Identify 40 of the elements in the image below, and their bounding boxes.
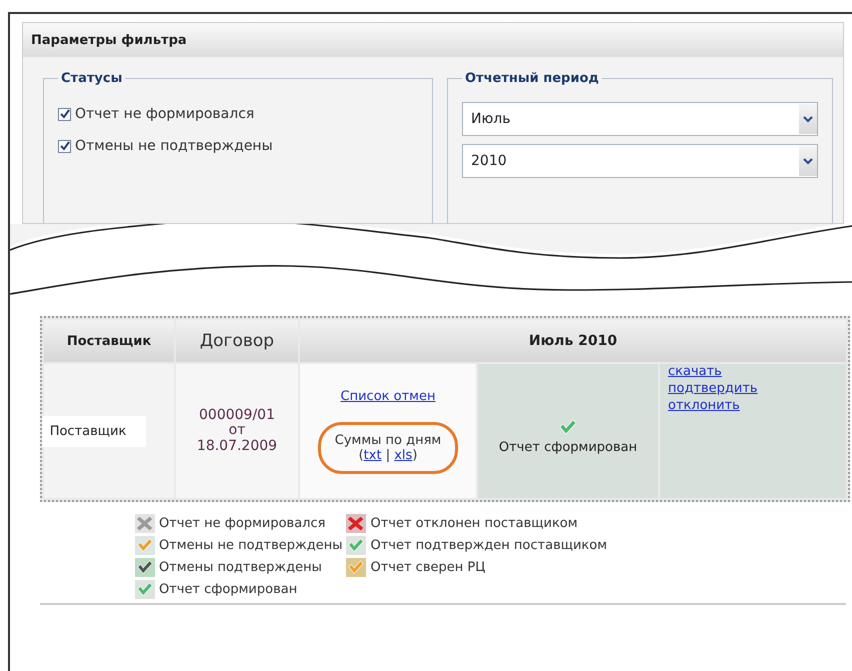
checkbox-label: Отчет не формировался [75, 106, 254, 122]
column-header: Поставщик [43, 319, 175, 363]
legend-label: Отчет сверен РЦ [370, 560, 486, 575]
dropdown[interactable]: 2010 [462, 144, 818, 178]
cancellations-link[interactable]: Список отмен [340, 388, 436, 404]
action-link[interactable]: отклонить [668, 398, 838, 415]
legend-label: Отчет не формировался [158, 516, 326, 531]
check-icon [134, 580, 155, 599]
group-title: Отчетный период [464, 71, 600, 86]
panel-title: Параметры фильтра [23, 23, 843, 57]
checkbox[interactable] [58, 108, 71, 120]
format-links: (txt | xls) [358, 448, 418, 462]
check-icon [558, 418, 578, 436]
column-header: Июль 2010 [299, 319, 847, 363]
checkbox-label: Отмены не подтверждены [75, 138, 273, 154]
format-link[interactable]: txt [364, 448, 382, 462]
legend-label: Отчет отклонен поставщиком [370, 516, 578, 531]
action-link[interactable]: скачать [668, 364, 838, 381]
cross-icon [134, 514, 155, 533]
supplier-name: Поставщик [42, 416, 146, 446]
check-icon [346, 536, 366, 555]
chevron-down-icon [803, 116, 813, 122]
group-title: Статусы [60, 71, 124, 86]
checkbox[interactable] [58, 140, 71, 152]
check-icon [346, 558, 366, 577]
daily-sums-label: Суммы по дням [334, 432, 442, 448]
dropdown[interactable]: Июль [462, 102, 818, 136]
cross-icon [346, 514, 366, 533]
legend-label: Отчет сформирован [158, 582, 298, 597]
format-link[interactable]: xls [394, 448, 412, 462]
chevron-down-icon [803, 158, 813, 164]
status-label: Отчет сформирован [498, 440, 638, 454]
action-link[interactable]: подтвердить [668, 380, 838, 398]
column-header: Договор [175, 319, 299, 363]
legend-label: Отчет подтвержден поставщиком [370, 538, 608, 553]
check-icon [134, 536, 155, 555]
contract-cell: 000009/01 от 18.07.2009 [175, 363, 299, 499]
legend-label: Отмены не подтверждены [158, 538, 342, 553]
legend-label: Отмены подтверждены [158, 560, 322, 575]
check-icon [134, 558, 155, 577]
